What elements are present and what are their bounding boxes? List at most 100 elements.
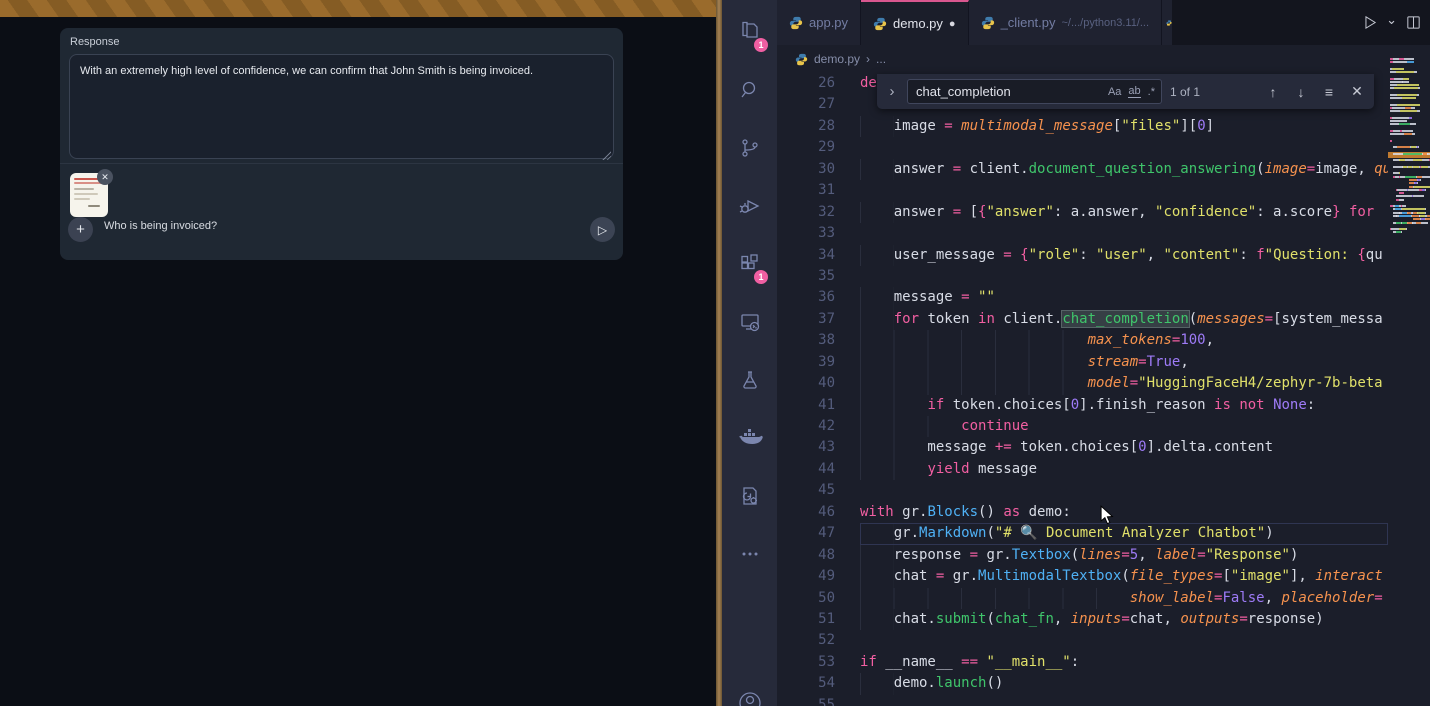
code-line[interactable]: 29: [777, 137, 1388, 158]
run-button[interactable]: [1361, 14, 1378, 31]
line-number[interactable]: 47: [777, 523, 860, 544]
code-line[interactable]: 38 max_tokens=100,: [777, 330, 1388, 351]
line-number[interactable]: 50: [777, 588, 860, 609]
response-card: Response With an extremely high level of…: [60, 28, 623, 260]
code-line[interactable]: 40 model="HuggingFaceH4/zephyr-7b-beta: [777, 373, 1388, 394]
line-number[interactable]: 30: [777, 159, 860, 180]
sidebar-item-explorer[interactable]: 1: [722, 8, 777, 56]
add-file-button[interactable]: +: [68, 217, 93, 242]
line-number[interactable]: 29: [777, 137, 860, 158]
tab-demo-py[interactable]: demo.py ●: [861, 0, 969, 45]
line-number[interactable]: 36: [777, 287, 860, 308]
code-line[interactable]: 50 show_label=False, placeholder=: [777, 588, 1388, 609]
line-number[interactable]: 35: [777, 266, 860, 287]
line-number[interactable]: 49: [777, 566, 860, 587]
code-line[interactable]: 42 continue: [777, 416, 1388, 437]
code-line[interactable]: 48 response = gr.Textbox(lines=5, label=…: [777, 545, 1388, 566]
code-line[interactable]: 51 chat.submit(chat_fn, inputs=chat, out…: [777, 609, 1388, 630]
previous-match-button[interactable]: ↑: [1264, 84, 1282, 100]
code-line[interactable]: 52: [777, 630, 1388, 651]
code-text: chat.submit(chat_fn, inputs=chat, output…: [860, 609, 1388, 630]
code-line[interactable]: 33: [777, 223, 1388, 244]
sidebar-item-run-debug[interactable]: [722, 182, 777, 230]
code-line[interactable]: 54 demo.launch(): [777, 673, 1388, 694]
tab-partial[interactable]: [1162, 0, 1172, 45]
code-line[interactable]: 41 if token.choices[0].finish_reason is …: [777, 395, 1388, 416]
run-dropdown-chevron-icon[interactable]: ⌄: [1386, 12, 1397, 28]
code-line[interactable]: 34 user_message = {"role": "user", "cont…: [777, 245, 1388, 266]
find-in-selection-button[interactable]: ≡: [1320, 84, 1338, 100]
line-number[interactable]: 53: [777, 652, 860, 673]
minimap[interactable]: [1388, 45, 1430, 706]
line-number[interactable]: 43: [777, 437, 860, 458]
code-line[interactable]: 35: [777, 266, 1388, 287]
line-number[interactable]: 54: [777, 673, 860, 694]
code-line[interactable]: 36 message = "": [777, 287, 1388, 308]
code-line[interactable]: 37 for token in client.chat_completion(m…: [777, 309, 1388, 330]
line-number[interactable]: 41: [777, 395, 860, 416]
line-number[interactable]: 31: [777, 180, 860, 201]
find-expand-chevron-icon[interactable]: ›: [885, 83, 899, 100]
line-number[interactable]: 55: [777, 695, 860, 706]
line-number[interactable]: 40: [777, 373, 860, 394]
send-button[interactable]: ▷: [590, 217, 615, 242]
tab-client-py[interactable]: _client.py ~/.../python3.11/...: [969, 0, 1162, 45]
line-number[interactable]: 28: [777, 116, 860, 137]
breadcrumb-file[interactable]: demo.py: [814, 52, 860, 66]
tab-app-py[interactable]: app.py: [777, 0, 861, 45]
line-number[interactable]: 52: [777, 630, 860, 651]
sidebar-item-source-control[interactable]: [722, 124, 777, 172]
line-number[interactable]: 34: [777, 245, 860, 266]
code-line[interactable]: 32 answer = [{"answer": a.answer, "confi…: [777, 202, 1388, 223]
regex-toggle[interactable]: .*: [1148, 86, 1155, 98]
line-number[interactable]: 38: [777, 330, 860, 351]
dirty-indicator-icon[interactable]: ●: [949, 18, 956, 30]
line-number[interactable]: 45: [777, 480, 860, 501]
sidebar-item-search[interactable]: [722, 66, 777, 114]
sidebar-item-docker[interactable]: [722, 414, 777, 462]
find-input[interactable]: [914, 83, 1101, 100]
sidebar-item-more[interactable]: [722, 530, 777, 578]
line-number[interactable]: 33: [777, 223, 860, 244]
code-line[interactable]: 28 image = multimodal_message["files"][0…: [777, 116, 1388, 137]
minimap-line: [1390, 107, 1415, 109]
code-line[interactable]: 47 gr.Markdown("# 🔍 Document Analyzer Ch…: [777, 523, 1388, 544]
code-line[interactable]: 31: [777, 180, 1388, 201]
code-line[interactable]: 53if __name__ == "__main__":: [777, 652, 1388, 673]
sidebar-item-extensions[interactable]: 1: [722, 240, 777, 288]
line-number[interactable]: 37: [777, 309, 860, 330]
breadcrumb-symbol[interactable]: ...: [876, 52, 886, 66]
line-number[interactable]: 42: [777, 416, 860, 437]
code-line[interactable]: 30 answer = client.document_question_ans…: [777, 159, 1388, 180]
split-editor-button[interactable]: [1405, 14, 1422, 31]
sidebar-item-remote-explorer[interactable]: [722, 298, 777, 346]
code-line[interactable]: 45: [777, 480, 1388, 501]
line-number[interactable]: 46: [777, 502, 860, 523]
line-number[interactable]: 27: [777, 94, 860, 115]
line-number[interactable]: 44: [777, 459, 860, 480]
code-line[interactable]: 49 chat = gr.MultimodalTextbox(file_type…: [777, 566, 1388, 587]
whole-word-toggle[interactable]: ab: [1128, 85, 1140, 98]
code-line[interactable]: 46with gr.Blocks() as demo:: [777, 502, 1388, 523]
line-number[interactable]: 32: [777, 202, 860, 223]
code-line[interactable]: 44 yield message: [777, 459, 1388, 480]
sidebar-item-task-runner[interactable]: [722, 472, 777, 520]
minimap-line: [1390, 58, 1414, 60]
line-number[interactable]: 48: [777, 545, 860, 566]
chat-input[interactable]: [102, 219, 536, 233]
remove-attachment-button[interactable]: ✕: [97, 169, 113, 185]
code-line[interactable]: 39 stream=True,: [777, 352, 1388, 373]
next-match-button[interactable]: ↓: [1292, 84, 1310, 100]
line-number[interactable]: 51: [777, 609, 860, 630]
sidebar-item-accounts[interactable]: [722, 678, 777, 706]
code-editor[interactable]: 26def2728 image = multimodal_message["fi…: [777, 73, 1388, 706]
match-case-toggle[interactable]: Aa: [1108, 86, 1121, 98]
line-number[interactable]: 39: [777, 352, 860, 373]
close-find-button[interactable]: ✕: [1348, 83, 1366, 100]
code-line[interactable]: 43 message += token.choices[0].delta.con…: [777, 437, 1388, 458]
sidebar-item-testing[interactable]: [722, 356, 777, 404]
line-number[interactable]: 26: [777, 73, 860, 94]
python-icon: [789, 16, 803, 30]
code-line[interactable]: 55: [777, 695, 1388, 706]
response-textarea[interactable]: With an extremely high level of confiden…: [69, 54, 614, 159]
